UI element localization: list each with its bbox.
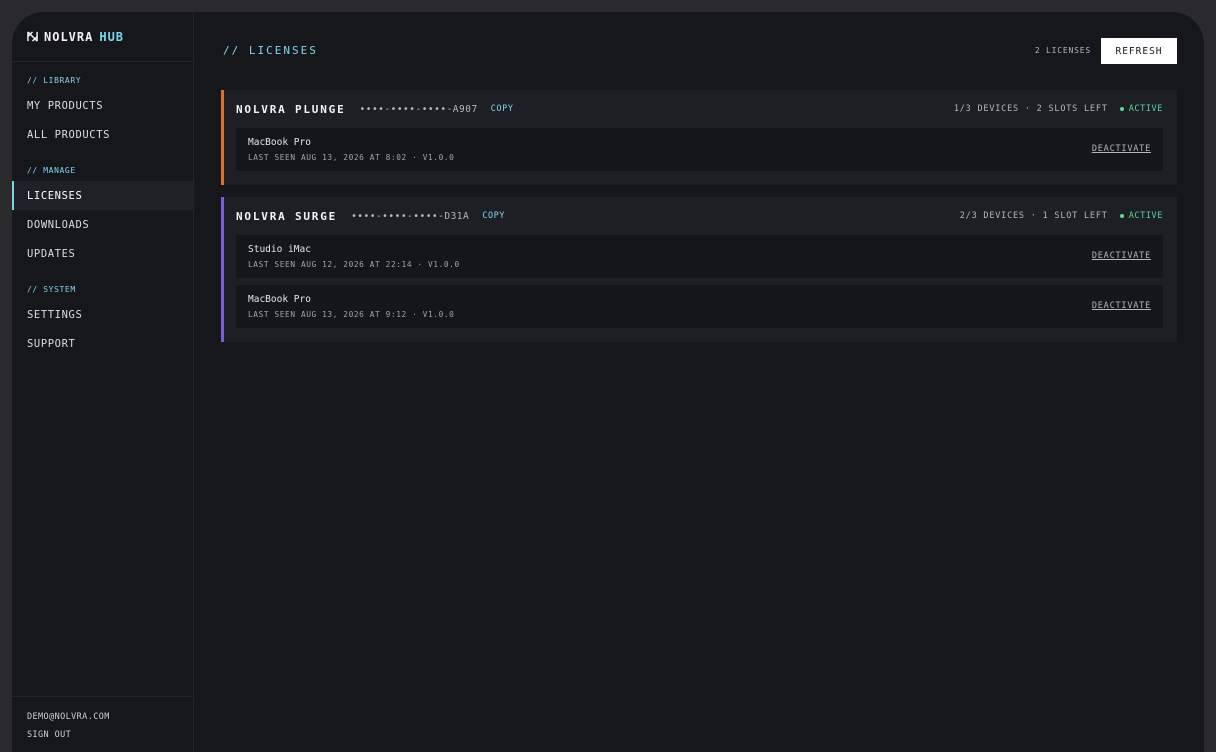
- nolvra-logo-icon: [27, 31, 38, 42]
- deactivate-button[interactable]: DEACTIVATE: [1092, 144, 1151, 154]
- device-name: MacBook Pro: [248, 294, 311, 305]
- sidebar-item-licenses[interactable]: LICENSES: [12, 181, 193, 210]
- sidebar: NOLVRA HUB // LIBRARY MY PRODUCTS ALL PR…: [12, 12, 194, 752]
- status-dot-icon: [1119, 214, 1124, 218]
- sidebar-item-my-products[interactable]: MY PRODUCTS: [12, 91, 193, 120]
- status-badge: ACTIVE: [1119, 211, 1163, 221]
- section-label-manage: // MANAGE: [27, 165, 76, 175]
- device-row: MacBook Pro LAST SEEN AUG 13, 2026 AT 8:…: [236, 128, 1163, 171]
- status-badge: ACTIVE: [1119, 104, 1163, 114]
- app-window: NOLVRA HUB // LIBRARY MY PRODUCTS ALL PR…: [12, 12, 1204, 752]
- device-row: Studio iMac LAST SEEN AUG 12, 2026 AT 22…: [236, 235, 1163, 278]
- copy-key-button[interactable]: COPY: [482, 211, 505, 221]
- license-header: NOLVRA PLUNGE ••••-••••-••••-A907 COPY 1…: [236, 90, 1163, 128]
- sign-out-link[interactable]: SIGN OUT: [27, 730, 178, 740]
- device-row: MacBook Pro LAST SEEN AUG 13, 2026 AT 9:…: [236, 285, 1163, 328]
- deactivate-button[interactable]: DEACTIVATE: [1092, 301, 1151, 311]
- sidebar-item-settings[interactable]: SETTINGS: [12, 300, 193, 329]
- license-key: ••••-••••-••••-A907: [359, 103, 478, 115]
- sidebar-item-all-products[interactable]: ALL PRODUCTS: [12, 120, 193, 149]
- page-header: // LICENSES 2 LICENSES REFRESH: [221, 12, 1177, 90]
- device-count: 2/3 DEVICES · 1 SLOT LEFT: [959, 211, 1108, 221]
- status-dot-icon: [1119, 107, 1124, 111]
- license-meta: 1/3 DEVICES · 2 SLOTS LEFT ACTIVE: [954, 104, 1163, 114]
- copy-key-button[interactable]: COPY: [491, 104, 514, 114]
- license-name: NOLVRA PLUNGE: [236, 102, 346, 116]
- page-title: // LICENSES: [223, 44, 318, 57]
- license-meta: 2/3 DEVICES · 1 SLOT LEFT ACTIVE: [960, 211, 1163, 221]
- license-key: ••••-••••-••••-D31A: [351, 210, 470, 222]
- brand-accent: HUB: [99, 29, 125, 44]
- device-count: 1/3 DEVICES · 2 SLOTS LEFT: [953, 104, 1108, 114]
- brand-name: NOLVRA: [44, 29, 94, 44]
- license-card-plunge: NOLVRA PLUNGE ••••-••••-••••-A907 COPY 1…: [221, 90, 1177, 185]
- device-name: MacBook Pro: [248, 137, 311, 148]
- sidebar-item-downloads[interactable]: DOWNLOADS: [12, 210, 193, 239]
- device-last-seen: LAST SEEN AUG 12, 2026 AT 22:14 · V1.0.0: [248, 260, 460, 269]
- sidebar-item-support[interactable]: SUPPORT: [12, 329, 193, 358]
- device-last-seen: LAST SEEN AUG 13, 2026 AT 9:12 · V1.0.0: [248, 310, 455, 319]
- section-label-library: // LIBRARY: [27, 75, 82, 85]
- deactivate-button[interactable]: DEACTIVATE: [1092, 251, 1151, 261]
- brand: NOLVRA HUB: [12, 12, 193, 62]
- license-count: 2 LICENSES: [1034, 46, 1091, 55]
- sidebar-footer: DEMO@NOLVRA.COM SIGN OUT: [12, 696, 193, 740]
- license-card-surge: NOLVRA SURGE ••••-••••-••••-D31A COPY 2/…: [221, 197, 1177, 342]
- license-name: NOLVRA SURGE: [236, 209, 338, 223]
- license-header: NOLVRA SURGE ••••-••••-••••-D31A COPY 2/…: [236, 197, 1163, 235]
- sidebar-item-updates[interactable]: UPDATES: [12, 239, 193, 268]
- main-content: // LICENSES 2 LICENSES REFRESH NOLVRA PL…: [194, 12, 1204, 752]
- device-last-seen: LAST SEEN AUG 13, 2026 AT 8:02 · V1.0.0: [248, 153, 455, 162]
- refresh-button[interactable]: REFRESH: [1101, 38, 1177, 64]
- status-label: ACTIVE: [1128, 211, 1163, 221]
- section-label-system: // SYSTEM: [27, 284, 76, 294]
- user-email: DEMO@NOLVRA.COM: [27, 712, 110, 722]
- status-label: ACTIVE: [1128, 104, 1163, 114]
- device-name: Studio iMac: [248, 244, 311, 255]
